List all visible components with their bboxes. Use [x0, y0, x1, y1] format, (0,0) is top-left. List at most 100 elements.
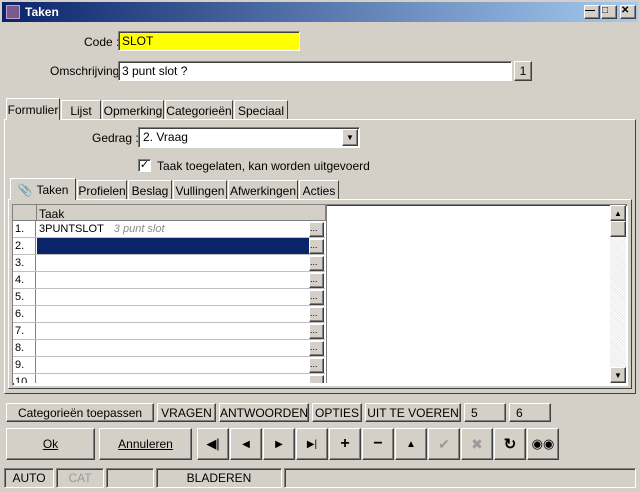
row-lookup-button[interactable]: ... — [309, 358, 324, 373]
taak-cell[interactable] — [37, 374, 309, 383]
uit-te-voeren-button[interactable]: UIT TE VOEREN — [365, 403, 461, 422]
taak-cell[interactable] — [37, 289, 309, 305]
status-auto: AUTO — [4, 468, 54, 488]
subtab-acties[interactable]: Acties — [299, 180, 339, 200]
annuleren-button[interactable]: Annuleren — [99, 428, 192, 460]
grid-header-taak[interactable]: Taak — [37, 205, 326, 221]
taak-cell[interactable]: 3PUNTSLOT 3 punt slot — [37, 221, 309, 237]
tab-speciaal[interactable]: Speciaal — [234, 100, 288, 120]
table-row[interactable]: 6.... — [13, 306, 325, 323]
status-empty — [106, 468, 154, 488]
row-number: 7. — [13, 323, 36, 339]
row-number: 6. — [13, 306, 36, 322]
button-6[interactable]: 6 — [509, 403, 551, 422]
subtab-taken-label: Taken — [36, 182, 69, 197]
scroll-thumb[interactable] — [610, 221, 626, 237]
table-row[interactable]: 5.... — [13, 289, 325, 306]
table-row[interactable]: 9.... — [13, 357, 325, 374]
tab-lijst[interactable]: Lijst — [61, 100, 101, 120]
omschrijving-label: Omschrijving : — [50, 64, 127, 78]
delete-icon[interactable]: − — [362, 428, 394, 460]
row-lookup-button[interactable]: ... — [309, 375, 324, 383]
annuleren-label: Annuleren — [118, 437, 173, 451]
taak-cell[interactable] — [37, 323, 309, 339]
row-lookup-button[interactable]: ... — [309, 341, 324, 356]
taak-cell[interactable] — [37, 238, 309, 254]
categorieen-toepassen-button[interactable]: Categorieën toepassen — [6, 403, 154, 422]
row-lookup-button[interactable]: ... — [309, 256, 324, 271]
language-badge[interactable]: 1 — [514, 61, 532, 81]
status-message — [284, 468, 636, 488]
taak-cell[interactable] — [37, 255, 309, 271]
taak-cell[interactable] — [37, 340, 309, 356]
table-row[interactable]: 7.... — [13, 323, 325, 340]
refresh-icon[interactable]: ↻ — [494, 428, 526, 460]
row-number: 2. — [13, 238, 36, 254]
ok-button[interactable]: Ok — [6, 428, 95, 460]
taak-cell[interactable] — [37, 357, 309, 373]
table-row[interactable]: 4.... — [13, 272, 325, 289]
subtab-vullingen[interactable]: Vullingen — [173, 180, 227, 200]
table-row[interactable]: 8.... — [13, 340, 325, 357]
table-row[interactable]: 3.... — [13, 255, 325, 272]
omschrijving-input[interactable]: 3 punt slot ? — [118, 61, 512, 81]
gedrag-value: 2. Vraag — [143, 130, 188, 144]
taak-description: 3 punt slot — [113, 223, 165, 235]
vertical-scrollbar[interactable]: ▲ ▼ — [610, 205, 626, 383]
row-lookup-button[interactable]: ... — [309, 273, 324, 288]
chevron-down-icon[interactable]: ▼ — [342, 129, 358, 146]
paperclip-icon: 📎 — [17, 182, 33, 197]
taak-code: 3PUNTSLOT — [39, 223, 104, 235]
scroll-up-icon[interactable]: ▲ — [610, 205, 626, 221]
code-input[interactable]: SLOT — [118, 31, 300, 51]
gedrag-select[interactable]: 2. Vraag ▼ — [138, 127, 360, 148]
taken-grid: Taak 1. 3PUNTSLOT 3 punt slot... 2.... 3....… — [12, 204, 628, 386]
cancel-icon[interactable]: ✖ — [461, 428, 493, 460]
row-number: 4. — [13, 272, 36, 288]
subtab-beslag[interactable]: Beslag — [128, 180, 172, 200]
tab-formulier[interactable]: Formulier — [6, 98, 60, 120]
row-number: 9. — [13, 357, 36, 373]
table-row[interactable]: 1. 3PUNTSLOT 3 punt slot... — [13, 221, 325, 238]
subtab-profielen[interactable]: Profielen — [77, 180, 127, 200]
row-lookup-button[interactable]: ... — [309, 290, 324, 305]
table-row[interactable]: 2.... — [13, 238, 325, 255]
binoculars-icon[interactable]: ◉◉ — [527, 428, 559, 460]
taak-toegelaten-checkbox[interactable]: ✓ — [138, 159, 151, 172]
next-record-icon[interactable]: ▶ — [263, 428, 295, 460]
table-row[interactable]: 10.... — [13, 374, 325, 383]
subtab-taken[interactable]: 📎 Taken — [10, 178, 76, 200]
vragen-button[interactable]: VRAGEN — [157, 403, 216, 422]
previous-record-icon[interactable]: ◀ — [230, 428, 262, 460]
ok-label: Ok — [42, 437, 59, 451]
opties-button[interactable]: OPTIES — [312, 403, 362, 422]
grid-rows: 1. 3PUNTSLOT 3 punt slot... 2.... 3.... 4....… — [13, 221, 327, 383]
row-number: 8. — [13, 340, 36, 356]
tab-categorieen[interactable]: Categorieën — [165, 100, 233, 120]
minimize-button[interactable]: — — [584, 5, 600, 19]
tab-opmerking[interactable]: Opmerking — [102, 100, 164, 120]
row-lookup-button[interactable]: ... — [309, 222, 324, 237]
scroll-down-icon[interactable]: ▼ — [610, 367, 626, 383]
grid-divider — [326, 205, 327, 383]
app-icon — [6, 5, 20, 19]
row-number: 3. — [13, 255, 36, 271]
status-cat: CAT — [56, 468, 104, 488]
taak-cell[interactable] — [37, 306, 309, 322]
button-5[interactable]: 5 — [464, 403, 506, 422]
taak-cell[interactable] — [37, 272, 309, 288]
antwoorden-button[interactable]: ANTWOORDEN — [219, 403, 309, 422]
row-lookup-button[interactable]: ... — [309, 324, 324, 339]
title-bar: Taken — □ ✕ — [2, 2, 638, 22]
confirm-icon[interactable]: ✔ — [428, 428, 460, 460]
row-lookup-button[interactable]: ... — [309, 239, 324, 254]
edit-icon[interactable]: ▲ — [395, 428, 427, 460]
close-button[interactable]: ✕ — [620, 5, 636, 19]
gedrag-label: Gedrag : — [92, 131, 139, 145]
first-record-icon[interactable]: ◀| — [197, 428, 229, 460]
row-lookup-button[interactable]: ... — [309, 307, 324, 322]
last-record-icon[interactable]: ▶| — [296, 428, 328, 460]
add-icon[interactable]: + — [329, 428, 361, 460]
subtab-afwerkingen[interactable]: Afwerkingen — [228, 180, 298, 200]
maximize-button[interactable]: □ — [601, 5, 617, 19]
